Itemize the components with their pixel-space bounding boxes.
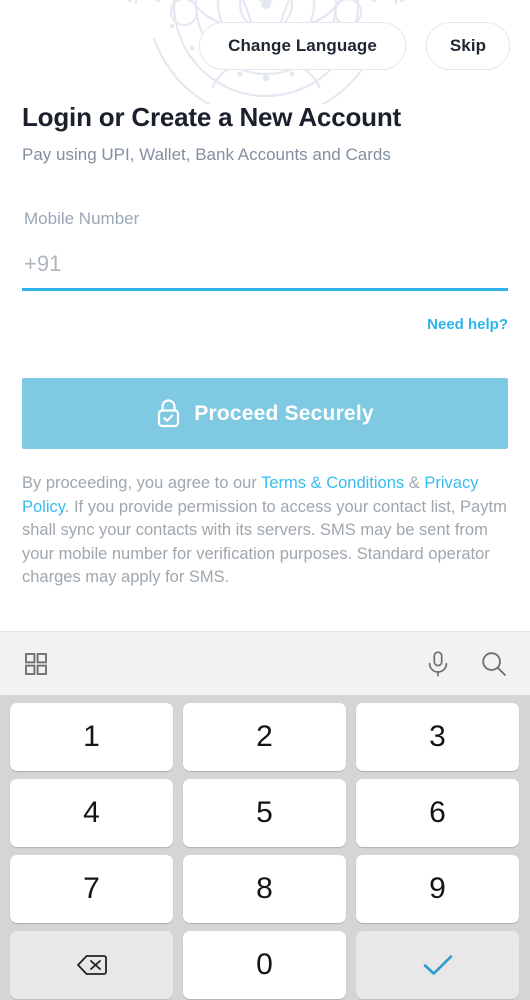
key-2[interactable]: 2: [183, 703, 346, 771]
key-5[interactable]: 5: [183, 779, 346, 847]
key-1[interactable]: 1: [10, 703, 173, 771]
key-0[interactable]: 0: [183, 931, 346, 999]
terms-disclaimer: By proceeding, you agree to our Terms & …: [22, 472, 512, 590]
backspace-icon: [76, 955, 107, 975]
key-3[interactable]: 3: [356, 703, 519, 771]
grid-apps-button[interactable]: [10, 632, 62, 696]
top-actions: Change Language Skip: [0, 22, 530, 70]
search-icon: [482, 652, 506, 676]
page-title: Login or Create a New Account: [22, 102, 401, 132]
skip-button[interactable]: Skip: [426, 22, 510, 70]
terms-and-conditions-link[interactable]: Terms & Conditions: [261, 474, 404, 492]
page-subtitle: Pay using UPI, Wallet, Bank Accounts and…: [22, 145, 391, 164]
change-language-button[interactable]: Change Language: [199, 22, 406, 70]
mobile-number-input[interactable]: [22, 243, 508, 285]
keyboard-search-button[interactable]: [468, 632, 520, 696]
terms-text-part1: By proceeding, you agree to our: [22, 474, 262, 492]
mobile-number-underline: [22, 288, 508, 291]
numeric-keyboard: 1 2 3 4 5 6 7 8 9 0: [0, 631, 530, 1000]
lock-check-icon: [158, 399, 180, 428]
key-9[interactable]: 9: [356, 855, 519, 923]
microphone-icon: [428, 651, 448, 677]
key-8[interactable]: 8: [183, 855, 346, 923]
login-screen: Change Language Skip Login or Create a N…: [0, 0, 530, 1000]
proceed-securely-label: Proceed Securely: [194, 401, 374, 425]
keyboard-toolbar: [0, 631, 530, 695]
voice-input-button[interactable]: [412, 632, 464, 696]
key-6[interactable]: 6: [356, 779, 519, 847]
terms-text-part3: . If you provide permission to access yo…: [22, 497, 507, 587]
terms-text-part2: &: [404, 474, 425, 492]
key-4[interactable]: 4: [10, 779, 173, 847]
key-7[interactable]: 7: [10, 855, 173, 923]
key-backspace[interactable]: [10, 931, 173, 999]
need-help-link[interactable]: Need help?: [427, 316, 508, 333]
proceed-securely-button[interactable]: Proceed Securely: [22, 378, 508, 449]
grid-apps-icon: [25, 653, 47, 675]
keypad: 1 2 3 4 5 6 7 8 9 0: [0, 695, 530, 1000]
key-enter-confirm[interactable]: [356, 931, 519, 999]
mobile-number-label: Mobile Number: [24, 209, 140, 228]
checkmark-icon: [423, 955, 452, 975]
